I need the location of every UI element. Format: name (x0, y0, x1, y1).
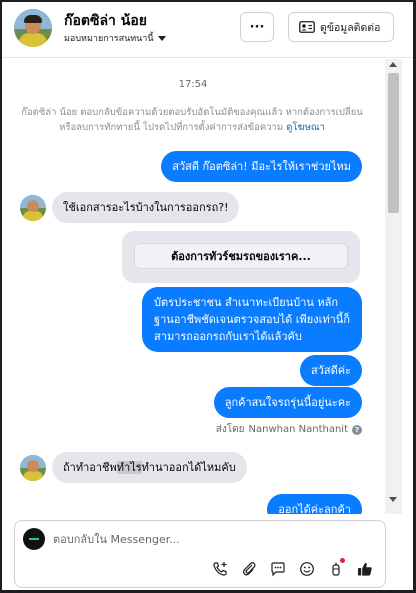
template-message-card: ต้องการทัวร์ชมรถของเราค... (122, 231, 360, 283)
contact-avatar-small (20, 195, 46, 221)
contact-card-icon (299, 21, 315, 33)
info-icon[interactable]: ? (352, 424, 362, 435)
reply-input[interactable] (53, 529, 373, 549)
outgoing-message-multiline[interactable]: บัตรประชาชน สำเนาทะเบียนบ้าน หลัก ฐานอาช… (142, 287, 362, 352)
assign-label: มอบหมายการสนทนานี้ (64, 34, 154, 44)
outgoing-message[interactable]: ลูกค้าสนใจรถรุ่นนี้อยู่นะคะ (213, 387, 362, 418)
contact-info-label: ดูข้อมูลติดต่อ (320, 21, 381, 34)
outgoing-message[interactable]: สวัสดีค่ะ (299, 355, 362, 386)
incoming-message[interactable]: ใช้เอกสารอะไรบ้างในการออกรถ?! (52, 192, 240, 223)
reply-composer (14, 520, 386, 588)
message-line: สามารถออกรถกับเราได้แล้วคับ (154, 330, 302, 343)
message-timestamp: 17:54 (178, 79, 208, 90)
message-thread[interactable]: 17:54 ก๊อตซิล่า น้อย ตอบกลับข้อความด้วยต… (2, 59, 384, 514)
message-line: บัตรประชาชน สำเนาทะเบียนบ้าน หลัก (154, 296, 339, 309)
add-call-icon[interactable] (210, 559, 230, 579)
bot-icon[interactable] (326, 558, 346, 579)
scroll-up-arrow-icon[interactable] (389, 62, 397, 67)
more-options-button[interactable]: ··· (240, 12, 274, 42)
incoming-message[interactable]: ถ้าทำอาชีพทำไรทำนาออกได้ไหมคับ (52, 452, 247, 483)
page-avatar (23, 528, 45, 550)
contact-avatar[interactable] (14, 9, 52, 47)
view-contact-info-button[interactable]: ดูข้อมูลติดต่อ (288, 12, 394, 42)
auto-reply-notice: ก๊อตซิล่า น้อย ตอบกลับข้อความด้วยตอบรับอ… (16, 105, 368, 135)
scrollbar[interactable] (385, 59, 402, 514)
outgoing-message[interactable]: ออกได้ค่ะลูกค้า (267, 494, 362, 514)
scrollbar-thumb[interactable] (388, 73, 399, 213)
messenger-conversation-window: ก๊อตซิล่า น้อย มอบหมายการสนทนานี้ ··· ดู… (0, 0, 416, 593)
sent-by-prefix: ส่งโดย (215, 424, 245, 435)
saved-reply-icon[interactable] (268, 559, 288, 579)
message-text-part: ทำนาออกได้ไหมคับ (141, 461, 236, 474)
view-ad-link[interactable]: ดูโฆษณา (286, 122, 325, 133)
conversation-header: ก๊อตซิล่า น้อย มอบหมายการสนทนานี้ ··· ดู… (2, 2, 413, 58)
attachment-icon[interactable] (239, 559, 259, 579)
sent-by-label: ส่งโดย Nanwhan Nanthanit ? (216, 422, 362, 437)
message-line: ฐานอาชีพชัดเจนตรวจสอบได้ เพียงเท่านี้ก็ (154, 313, 350, 326)
message-text-part: ถ้าทำอาชีพ (63, 461, 117, 474)
message-text-highlight: ทำไร (116, 461, 142, 474)
composer-toolbar (210, 558, 375, 579)
like-icon[interactable] (355, 559, 375, 579)
emoji-icon[interactable] (297, 559, 317, 579)
notification-dot (340, 558, 345, 563)
assign-conversation-dropdown[interactable]: มอบหมายการสนทนานี้ (64, 31, 166, 45)
chevron-down-icon (157, 35, 166, 41)
contact-avatar-small (20, 455, 46, 481)
contact-name[interactable]: ก๊อตซิล่า น้อย (64, 10, 147, 32)
outgoing-message[interactable]: สวัสดี ก๊อตซิล่า! มีอะไรให้เราช่วยไหม (161, 151, 362, 182)
scroll-down-arrow-icon[interactable] (389, 497, 397, 502)
sender-name: Nanwhan Nanthanit (248, 424, 348, 435)
template-button[interactable]: ต้องการทัวร์ชมรถของเราค... (134, 243, 348, 269)
